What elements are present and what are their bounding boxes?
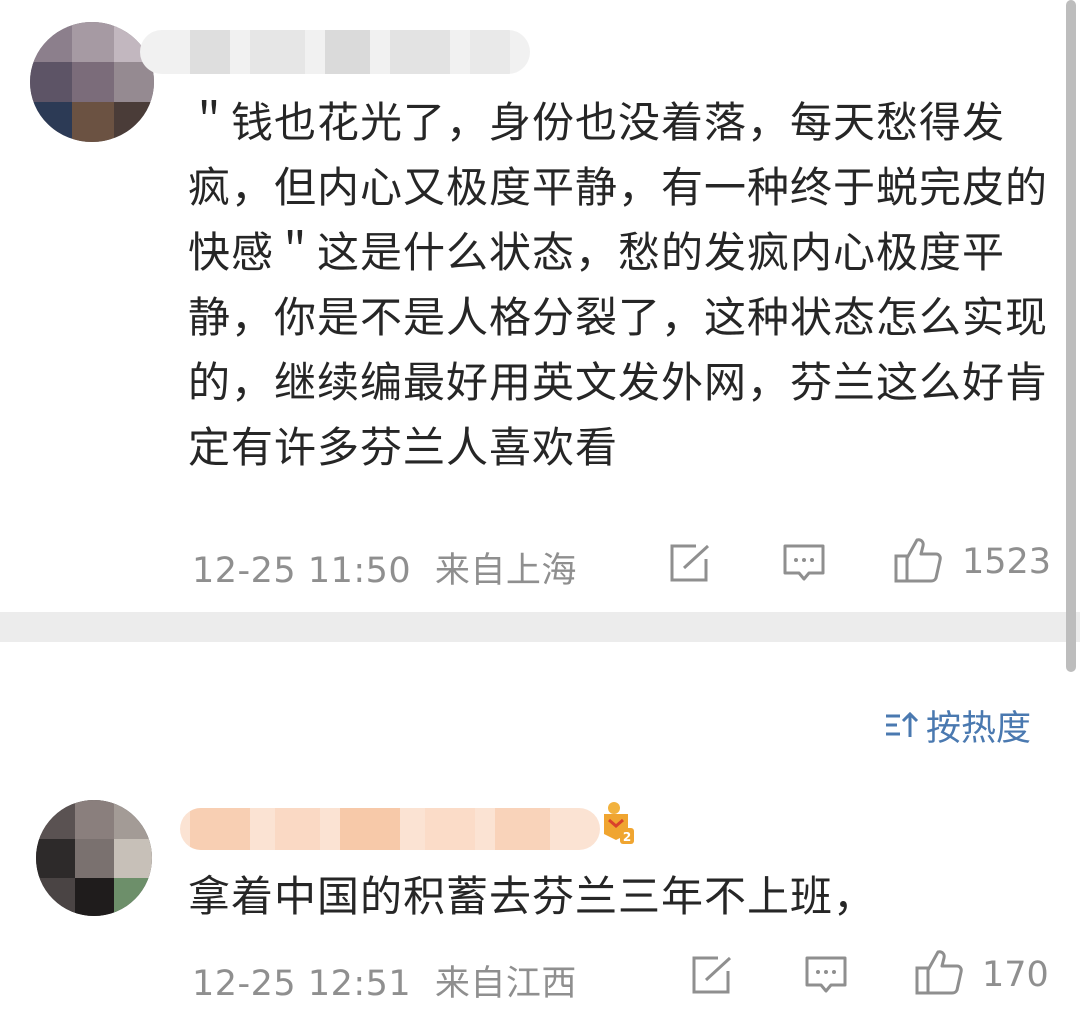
avatar-pixel — [75, 878, 114, 916]
thumbs-up-icon[interactable] — [914, 948, 964, 996]
thumbs-up-icon[interactable] — [893, 536, 943, 584]
like-count: 170 — [982, 955, 1049, 995]
share-icon[interactable] — [690, 955, 734, 995]
avatar-pixel — [36, 839, 75, 878]
comment-location: 来自上海 — [434, 551, 577, 591]
blur-block — [340, 808, 400, 850]
blur-block — [250, 30, 305, 74]
sort-by-hot-button[interactable]: 按热度 — [884, 700, 1031, 750]
blur-block — [275, 808, 320, 850]
avatar-pixel — [75, 800, 114, 839]
share-icon[interactable] — [668, 543, 712, 583]
avatar-pixel — [36, 800, 75, 839]
comment-meta: 12-25 12:51 来自江西 — [192, 955, 577, 1006]
avatar[interactable] — [36, 800, 152, 916]
avatar-pixel — [114, 878, 152, 916]
fan-badge-icon: 2 — [604, 802, 634, 844]
avatar-pixel — [30, 22, 72, 62]
avatar-pixel — [72, 102, 114, 142]
username-blurred[interactable] — [140, 30, 530, 74]
comment-location: 来自江西 — [434, 964, 577, 1004]
avatar-pixel — [30, 102, 72, 142]
like-count: 1523 — [962, 542, 1052, 582]
avatar-pixel — [114, 800, 152, 839]
sort-icon — [886, 711, 919, 737]
comment-icon[interactable] — [782, 543, 826, 585]
svg-text:2: 2 — [623, 830, 631, 844]
blur-block — [470, 30, 510, 74]
comment-text: 拿着中国的积蓄去芬兰三年不上班， — [188, 872, 877, 921]
avatar-pixel — [75, 839, 114, 878]
avatar-pixel — [114, 839, 152, 878]
scrollbar[interactable] — [1066, 0, 1076, 672]
comment-time: 12-25 12:51 — [192, 964, 412, 1004]
blur-block — [190, 30, 230, 74]
section-divider — [0, 612, 1080, 642]
username-blurred[interactable] — [180, 808, 600, 850]
avatar-pixel — [30, 62, 72, 102]
comment-meta: 12-25 11:50 来自上海 — [192, 542, 577, 593]
sort-label: 按热度 — [926, 708, 1032, 749]
avatar[interactable] — [30, 22, 154, 142]
blur-block — [425, 808, 475, 850]
avatar-pixel — [36, 878, 75, 916]
blur-block — [325, 30, 370, 74]
comment-time: 12-25 11:50 — [192, 551, 412, 591]
comment-icon[interactable] — [804, 955, 848, 997]
avatar-pixel — [72, 22, 114, 62]
avatar-pixel — [114, 102, 154, 142]
blur-block — [190, 808, 250, 850]
blur-block — [390, 30, 450, 74]
avatar-pixel — [72, 62, 114, 102]
comment-text: ＂钱也花光了，身份也没着落，每天愁得发疯，但内心又极度平静，有一种终于蜕完皮的快… — [188, 98, 1049, 472]
blur-block — [495, 808, 550, 850]
